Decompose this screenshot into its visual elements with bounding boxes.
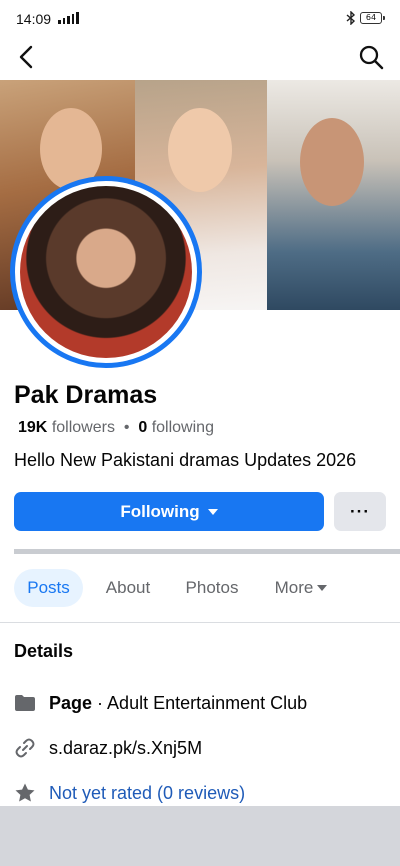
followers-count[interactable]: 19K <box>18 419 47 436</box>
chevron-down-icon <box>207 508 218 515</box>
search-button[interactable] <box>356 42 386 72</box>
following-label[interactable]: following <box>152 419 214 436</box>
back-button[interactable] <box>12 42 42 72</box>
status-bar: 14:09 64 <box>0 0 400 36</box>
detail-link: s.daraz.pk/s.Xnj5M <box>14 736 202 760</box>
profile-avatar[interactable] <box>10 176 202 368</box>
status-time: 14:09 <box>16 11 52 27</box>
top-nav <box>0 36 400 78</box>
link-icon <box>14 737 36 759</box>
follow-stats: 19K followers • 0 following <box>18 419 214 437</box>
tab-photos[interactable]: Photos <box>178 569 246 607</box>
back-arrow-icon <box>19 45 33 69</box>
followers-label[interactable]: followers <box>52 419 115 436</box>
chevron-down-icon <box>317 585 328 591</box>
detail-rating: Not yet rated (0 reviews) <box>14 781 245 805</box>
category-name: Adult Entertainment Club <box>107 692 308 713</box>
tab-posts[interactable]: Posts <box>14 569 83 607</box>
profile-tabs: Posts About Photos More <box>0 566 400 610</box>
battery-icon: 64 <box>360 12 385 24</box>
website-link[interactable]: s.daraz.pk/s.Xnj5M <box>49 738 202 759</box>
divider <box>0 622 400 623</box>
details-heading: Details <box>14 641 74 661</box>
rating-link[interactable]: Not yet rated (0 reviews) <box>49 783 245 804</box>
following-button[interactable]: Following <box>14 492 324 531</box>
cover-face <box>168 108 232 192</box>
following-count[interactable]: 0 <box>138 419 147 436</box>
category-type: Page <box>49 692 93 713</box>
following-button-label: Following <box>120 501 200 521</box>
stats-separator: • <box>123 419 130 436</box>
tab-about[interactable]: About <box>97 569 159 607</box>
avatar-image <box>20 186 192 358</box>
folder-icon <box>14 692 36 714</box>
bottom-area <box>0 806 400 866</box>
detail-category: Page · Adult Entertainment Club <box>14 691 307 715</box>
tab-more-label: More <box>274 578 314 597</box>
page-bio: Hello New Pakistani dramas Updates 2026 <box>14 450 357 470</box>
search-icon <box>359 45 384 70</box>
tab-more[interactable]: More <box>266 569 336 607</box>
signal-icon <box>58 12 79 24</box>
more-options-button[interactable]: ··· <box>334 492 386 531</box>
star-icon <box>14 782 36 804</box>
cover-face <box>300 118 364 206</box>
page-title: Pak Dramas <box>14 381 158 409</box>
section-divider <box>14 549 400 554</box>
bluetooth-icon <box>346 11 356 25</box>
category-separator: · <box>92 692 108 713</box>
